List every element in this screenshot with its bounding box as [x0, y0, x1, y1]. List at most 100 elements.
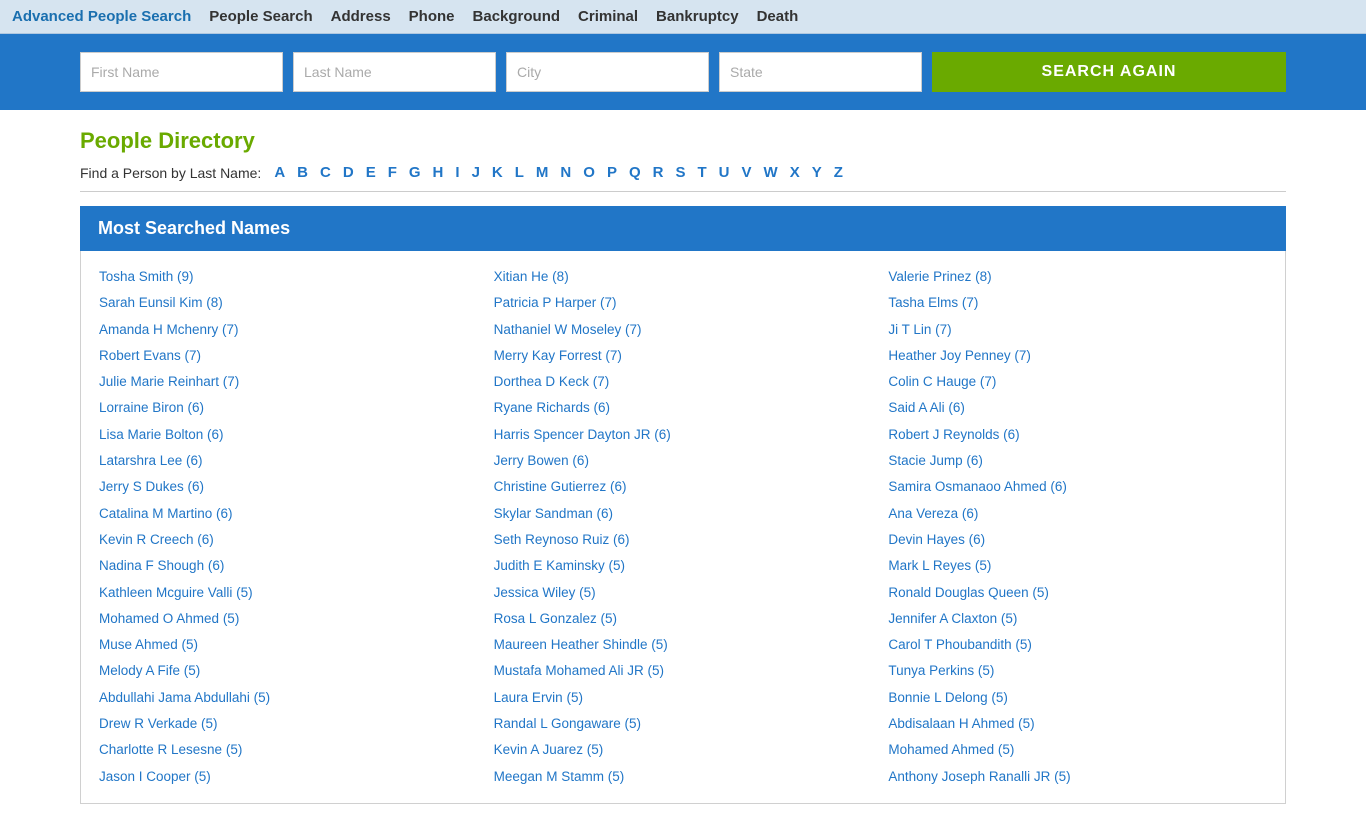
first-name-input[interactable] — [80, 52, 283, 92]
name-link[interactable]: Amanda H Mchenry (7) — [99, 318, 478, 342]
alpha-link-e[interactable]: E — [361, 164, 381, 181]
name-link[interactable]: Judith E Kaminsky (5) — [494, 554, 873, 578]
name-link[interactable]: Catalina M Martino (6) — [99, 502, 478, 526]
name-link[interactable]: Kathleen Mcguire Valli (5) — [99, 581, 478, 605]
name-link[interactable]: Tasha Elms (7) — [888, 291, 1267, 315]
name-link[interactable]: Laura Ervin (5) — [494, 686, 873, 710]
name-link[interactable]: Sarah Eunsil Kim (8) — [99, 291, 478, 315]
name-link[interactable]: Melody A Fife (5) — [99, 659, 478, 683]
name-link[interactable]: Harris Spencer Dayton JR (6) — [494, 423, 873, 447]
name-link[interactable]: Drew R Verkade (5) — [99, 712, 478, 736]
alpha-link-c[interactable]: C — [315, 164, 336, 181]
name-link[interactable]: Valerie Prinez (8) — [888, 265, 1267, 289]
name-link[interactable]: Ana Vereza (6) — [888, 502, 1267, 526]
name-link[interactable]: Lisa Marie Bolton (6) — [99, 423, 478, 447]
alpha-link-g[interactable]: G — [404, 164, 426, 181]
name-link[interactable]: Abdisalaan H Ahmed (5) — [888, 712, 1267, 736]
alpha-link-r[interactable]: R — [648, 164, 669, 181]
alpha-link-i[interactable]: I — [450, 164, 464, 181]
name-link[interactable]: Heather Joy Penney (7) — [888, 344, 1267, 368]
name-link[interactable]: Jerry S Dukes (6) — [99, 475, 478, 499]
alpha-link-l[interactable]: L — [510, 164, 529, 181]
name-link[interactable]: Julie Marie Reinhart (7) — [99, 370, 478, 394]
name-link[interactable]: Mohamed Ahmed (5) — [888, 738, 1267, 762]
name-link[interactable]: Meegan M Stamm (5) — [494, 765, 873, 789]
alpha-link-z[interactable]: Z — [829, 164, 848, 181]
name-link[interactable]: Seth Reynoso Ruiz (6) — [494, 528, 873, 552]
name-link[interactable]: Abdullahi Jama Abdullahi (5) — [99, 686, 478, 710]
name-link[interactable]: Nathaniel W Moseley (7) — [494, 318, 873, 342]
nav-address[interactable]: Address — [331, 8, 391, 25]
name-link[interactable]: Ryane Richards (6) — [494, 396, 873, 420]
alpha-link-w[interactable]: W — [759, 164, 783, 181]
nav-criminal[interactable]: Criminal — [578, 8, 638, 25]
name-link[interactable]: Robert J Reynolds (6) — [888, 423, 1267, 447]
alpha-link-x[interactable]: X — [785, 164, 805, 181]
name-link[interactable]: Stacie Jump (6) — [888, 449, 1267, 473]
alpha-link-f[interactable]: F — [383, 164, 402, 181]
name-link[interactable]: Bonnie L Delong (5) — [888, 686, 1267, 710]
name-link[interactable]: Carol T Phoubandith (5) — [888, 633, 1267, 657]
alpha-link-b[interactable]: B — [292, 164, 313, 181]
nav-bankruptcy[interactable]: Bankruptcy — [656, 8, 739, 25]
alpha-link-h[interactable]: H — [428, 164, 449, 181]
alpha-link-y[interactable]: Y — [807, 164, 827, 181]
alpha-link-p[interactable]: P — [602, 164, 622, 181]
alpha-link-d[interactable]: D — [338, 164, 359, 181]
name-link[interactable]: Dorthea D Keck (7) — [494, 370, 873, 394]
name-link[interactable]: Lorraine Biron (6) — [99, 396, 478, 420]
name-link[interactable]: Colin C Hauge (7) — [888, 370, 1267, 394]
name-link[interactable]: Ronald Douglas Queen (5) — [888, 581, 1267, 605]
name-link[interactable]: Rosa L Gonzalez (5) — [494, 607, 873, 631]
alpha-link-n[interactable]: N — [555, 164, 576, 181]
name-link[interactable]: Kevin A Juarez (5) — [494, 738, 873, 762]
nav-background[interactable]: Background — [473, 8, 561, 25]
name-link[interactable]: Ji T Lin (7) — [888, 318, 1267, 342]
name-link[interactable]: Mark L Reyes (5) — [888, 554, 1267, 578]
name-link[interactable]: Said A Ali (6) — [888, 396, 1267, 420]
name-link[interactable]: Xitian He (8) — [494, 265, 873, 289]
nav-people-search[interactable]: People Search — [209, 8, 312, 25]
last-name-input[interactable] — [293, 52, 496, 92]
name-link[interactable]: Latarshra Lee (6) — [99, 449, 478, 473]
name-link[interactable]: Tunya Perkins (5) — [888, 659, 1267, 683]
name-link[interactable]: Kevin R Creech (6) — [99, 528, 478, 552]
name-link[interactable]: Tosha Smith (9) — [99, 265, 478, 289]
name-link[interactable]: Jason I Cooper (5) — [99, 765, 478, 789]
alpha-link-m[interactable]: M — [531, 164, 554, 181]
alpha-link-j[interactable]: J — [467, 164, 485, 181]
name-link[interactable]: Jennifer A Claxton (5) — [888, 607, 1267, 631]
nav-phone[interactable]: Phone — [409, 8, 455, 25]
name-link[interactable]: Christine Gutierrez (6) — [494, 475, 873, 499]
name-link[interactable]: Robert Evans (7) — [99, 344, 478, 368]
nav-advanced-people-search[interactable]: Advanced People Search — [12, 8, 191, 25]
alpha-link-k[interactable]: K — [487, 164, 508, 181]
name-link[interactable]: Anthony Joseph Ranalli JR (5) — [888, 765, 1267, 789]
name-link[interactable]: Mustafa Mohamed Ali JR (5) — [494, 659, 873, 683]
name-link[interactable]: Jerry Bowen (6) — [494, 449, 873, 473]
name-link[interactable]: Mohamed O Ahmed (5) — [99, 607, 478, 631]
name-link[interactable]: Randal L Gongaware (5) — [494, 712, 873, 736]
alpha-link-v[interactable]: V — [737, 164, 757, 181]
alpha-link-o[interactable]: O — [578, 164, 600, 181]
alpha-link-a[interactable]: A — [269, 164, 290, 181]
alpha-link-q[interactable]: Q — [624, 164, 646, 181]
name-link[interactable]: Skylar Sandman (6) — [494, 502, 873, 526]
search-again-button[interactable]: SEARCH AGAIN — [932, 52, 1286, 92]
name-link[interactable]: Jessica Wiley (5) — [494, 581, 873, 605]
alpha-link-u[interactable]: U — [714, 164, 735, 181]
name-link[interactable]: Samira Osmanaoo Ahmed (6) — [888, 475, 1267, 499]
name-link[interactable]: Maureen Heather Shindle (5) — [494, 633, 873, 657]
name-link[interactable]: Merry Kay Forrest (7) — [494, 344, 873, 368]
city-input[interactable] — [506, 52, 709, 92]
name-link[interactable]: Charlotte R Lesesne (5) — [99, 738, 478, 762]
name-link[interactable]: Devin Hayes (6) — [888, 528, 1267, 552]
name-link[interactable]: Patricia P Harper (7) — [494, 291, 873, 315]
most-searched-header: Most Searched Names — [80, 206, 1286, 251]
alpha-link-s[interactable]: S — [670, 164, 690, 181]
alpha-link-t[interactable]: T — [692, 164, 711, 181]
name-link[interactable]: Muse Ahmed (5) — [99, 633, 478, 657]
name-link[interactable]: Nadina F Shough (6) — [99, 554, 478, 578]
nav-death[interactable]: Death — [757, 8, 799, 25]
state-input[interactable] — [719, 52, 922, 92]
